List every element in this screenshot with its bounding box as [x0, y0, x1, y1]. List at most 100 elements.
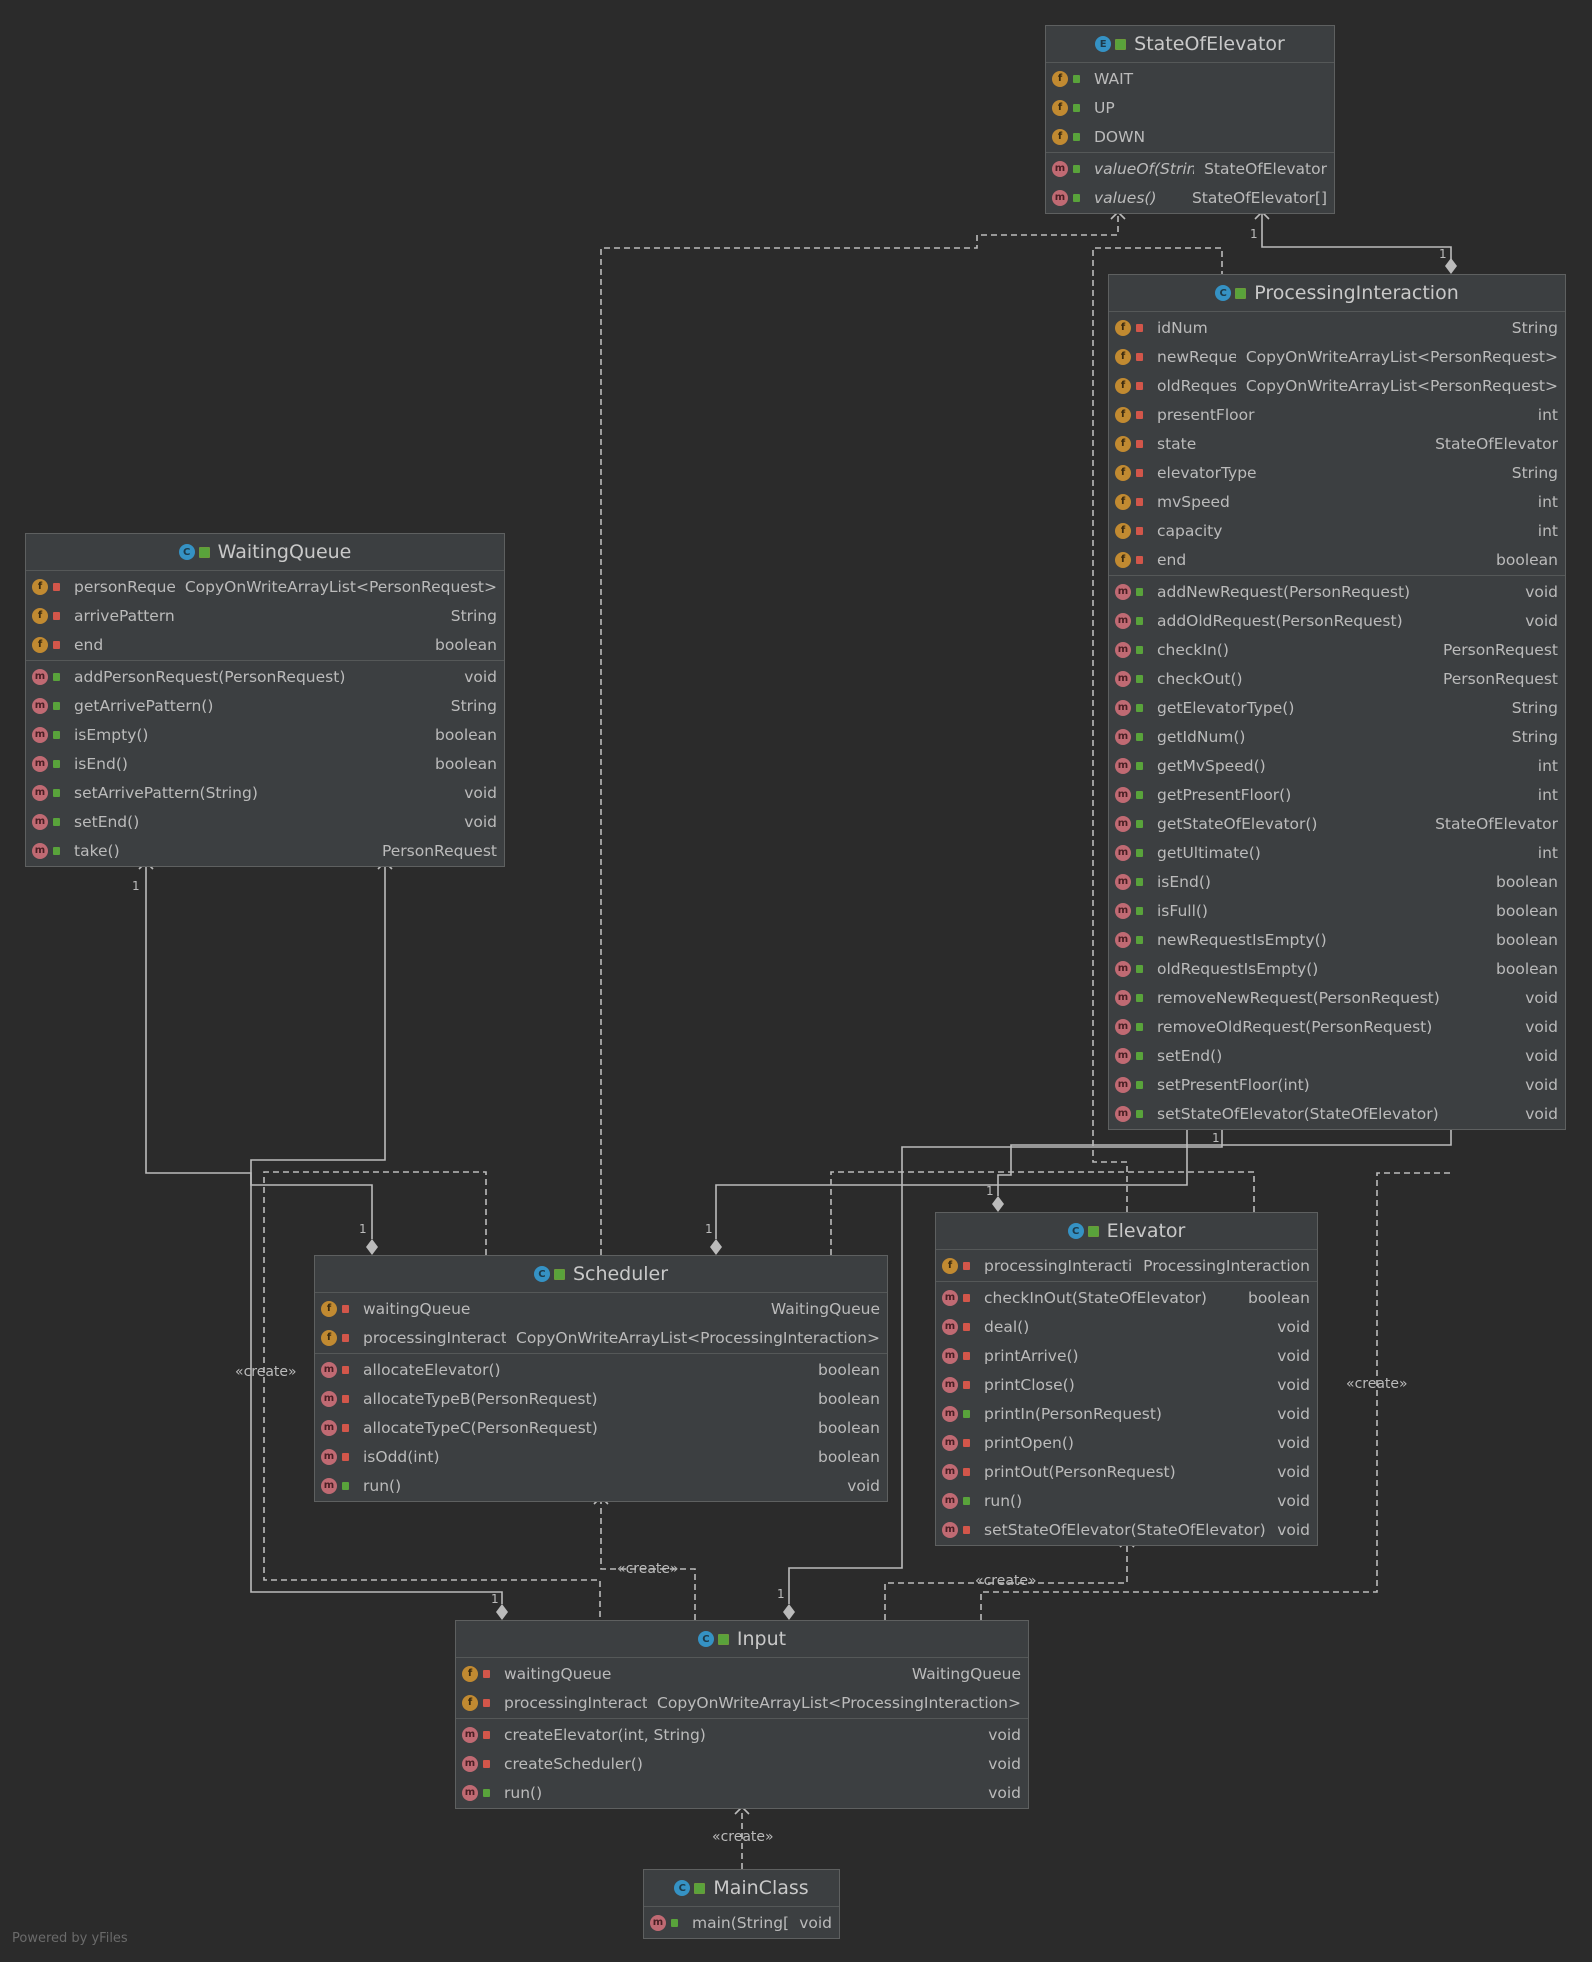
- member-type: void: [1277, 1317, 1310, 1336]
- field-row[interactable]: f end boolean: [1109, 545, 1565, 574]
- method-row[interactable]: m run() void: [315, 1471, 887, 1500]
- method-row[interactable]: m allocateTypeC(PersonRequest) boolean: [315, 1413, 887, 1442]
- field-row[interactable]: f elevatorType String: [1109, 458, 1565, 487]
- member-type: int: [1537, 843, 1558, 862]
- method-row[interactable]: m getUltimate() int: [1109, 838, 1565, 867]
- method-icon: m: [1115, 960, 1131, 977]
- method-row[interactable]: m oldRequestIsEmpty() boolean: [1109, 954, 1565, 983]
- method-row[interactable]: m setArrivePattern(String) void: [26, 778, 504, 807]
- method-icon: m: [942, 1405, 958, 1422]
- method-row[interactable]: m printOpen() void: [936, 1428, 1317, 1457]
- method-row[interactable]: m getArrivePattern() String: [26, 691, 504, 720]
- method-row[interactable]: m printClose() void: [936, 1370, 1317, 1399]
- field-row[interactable]: f presentFloor int: [1109, 400, 1565, 429]
- field-icon: f: [1115, 319, 1131, 336]
- field-row[interactable]: f processingInteraction ProcessingInteract…: [936, 1251, 1317, 1280]
- method-row[interactable]: m checkOut() PersonRequest: [1109, 664, 1565, 693]
- member-type: CopyOnWriteArrayList<PersonRequest>: [1245, 376, 1558, 395]
- field-row[interactable]: f newRequests CopyOnWriteArrayList<PersonR…: [1109, 342, 1565, 371]
- field-row[interactable]: f DOWN: [1046, 122, 1334, 151]
- class-box-elevator[interactable]: C Elevator f processingInteraction Processin…: [935, 1212, 1318, 1546]
- class-header[interactable]: C MainClass: [644, 1870, 839, 1907]
- class-box-state-of-elevator[interactable]: E StateOfElevator f WAIT f UP f DOWN m valueOf(St…: [1045, 25, 1335, 214]
- member-name: processingInteraction: [984, 1256, 1133, 1275]
- method-row[interactable]: m checkIn() PersonRequest: [1109, 635, 1565, 664]
- method-row[interactable]: m createElevator(int, String) void: [456, 1720, 1028, 1749]
- method-icon: m: [1115, 786, 1131, 803]
- method-row[interactable]: m isEnd() boolean: [1109, 867, 1565, 896]
- method-row[interactable]: m addPersonRequest(PersonRequest) void: [26, 662, 504, 691]
- method-row[interactable]: m printIn(PersonRequest) void: [936, 1399, 1317, 1428]
- field-icon: f: [321, 1300, 337, 1317]
- method-row[interactable]: m printArrive() void: [936, 1341, 1317, 1370]
- field-row[interactable]: f processingInteractions CopyOnWriteArrayL…: [456, 1688, 1028, 1717]
- class-box-waiting-queue[interactable]: C WaitingQueue f personRequests CopyOnWriteA…: [25, 533, 505, 867]
- field-row[interactable]: f waitingQueue WaitingQueue: [456, 1659, 1028, 1688]
- method-row[interactable]: m getIdNum() String: [1109, 722, 1565, 751]
- method-row[interactable]: m removeNewRequest(PersonRequest) void: [1109, 983, 1565, 1012]
- method-row[interactable]: m setStateOfElevator(StateOfElevator) void: [936, 1515, 1317, 1544]
- method-row[interactable]: m getPresentFloor() int: [1109, 780, 1565, 809]
- field-row[interactable]: f capacity int: [1109, 516, 1565, 545]
- class-header[interactable]: C ProcessingInteraction: [1109, 275, 1565, 312]
- method-row[interactable]: m checkInOut(StateOfElevator) boolean: [936, 1283, 1317, 1312]
- method-row[interactable]: m values() StateOfElevator[]: [1046, 183, 1334, 212]
- class-header[interactable]: C Input: [456, 1621, 1028, 1658]
- field-row[interactable]: f end boolean: [26, 630, 504, 659]
- private-visibility-icon: [342, 1394, 349, 1403]
- method-row[interactable]: m isEnd() boolean: [26, 749, 504, 778]
- method-row[interactable]: m printOut(PersonRequest) void: [936, 1457, 1317, 1486]
- member-type: CopyOnWriteArrayList<ProcessingInteracti…: [657, 1693, 1021, 1712]
- field-row[interactable]: f waitingQueue WaitingQueue: [315, 1294, 887, 1323]
- member-name: valueOf(String): [1094, 159, 1194, 178]
- class-box-input[interactable]: C Input f waitingQueue WaitingQueue f processi…: [455, 1620, 1029, 1809]
- method-row[interactable]: m addNewRequest(PersonRequest) void: [1109, 577, 1565, 606]
- method-row[interactable]: m run() void: [456, 1778, 1028, 1807]
- field-row[interactable]: f WAIT: [1046, 64, 1334, 93]
- method-icon: m: [321, 1477, 337, 1494]
- public-visibility-icon: [1073, 193, 1080, 202]
- field-row[interactable]: f UP: [1046, 93, 1334, 122]
- method-row[interactable]: m getMvSpeed() int: [1109, 751, 1565, 780]
- method-row[interactable]: m getStateOfElevator() StateOfElevator: [1109, 809, 1565, 838]
- field-row[interactable]: f processingInteractions CopyOnWriteArrayL…: [315, 1323, 887, 1352]
- field-row[interactable]: f personRequests CopyOnWriteArrayList<Pers…: [26, 572, 504, 601]
- method-row[interactable]: m run() void: [936, 1486, 1317, 1515]
- method-row[interactable]: m removeOldRequest(PersonRequest) void: [1109, 1012, 1565, 1041]
- method-row[interactable]: m isFull() boolean: [1109, 896, 1565, 925]
- public-visibility-icon: [1136, 1051, 1143, 1060]
- method-row[interactable]: m isEmpty() boolean: [26, 720, 504, 749]
- method-row[interactable]: m deal() void: [936, 1312, 1317, 1341]
- method-row[interactable]: m isOdd(int) boolean: [315, 1442, 887, 1471]
- class-box-main-class[interactable]: C MainClass m main(String[]) void: [643, 1869, 840, 1939]
- field-row[interactable]: f state StateOfElevator: [1109, 429, 1565, 458]
- class-box-scheduler[interactable]: C Scheduler f waitingQueue WaitingQueue f proc…: [314, 1255, 888, 1502]
- method-row[interactable]: m createScheduler() void: [456, 1749, 1028, 1778]
- class-header[interactable]: E StateOfElevator: [1046, 26, 1334, 63]
- method-row[interactable]: m addOldRequest(PersonRequest) void: [1109, 606, 1565, 635]
- class-header[interactable]: C Scheduler: [315, 1256, 887, 1293]
- method-row[interactable]: m valueOf(String) StateOfElevator: [1046, 154, 1334, 183]
- method-row[interactable]: m setEnd() void: [1109, 1041, 1565, 1070]
- method-row[interactable]: m getElevatorType() String: [1109, 693, 1565, 722]
- class-icon: C: [178, 544, 195, 560]
- public-visibility-icon: [53, 788, 60, 797]
- method-row[interactable]: m setStateOfElevator(StateOfElevator) void: [1109, 1099, 1565, 1128]
- field-row[interactable]: f arrivePattern String: [26, 601, 504, 630]
- method-row[interactable]: m allocateTypeB(PersonRequest) boolean: [315, 1384, 887, 1413]
- method-row[interactable]: m take() PersonRequest: [26, 836, 504, 865]
- field-row[interactable]: f mvSpeed int: [1109, 487, 1565, 516]
- class-header[interactable]: C Elevator: [936, 1213, 1317, 1250]
- private-visibility-icon: [1136, 410, 1143, 419]
- method-row[interactable]: m newRequestIsEmpty() boolean: [1109, 925, 1565, 954]
- member-name: allocateTypeC(PersonRequest): [363, 1418, 598, 1437]
- class-box-processing-interaction[interactable]: C ProcessingInteraction f idNum String f newRe…: [1108, 274, 1566, 1130]
- field-row[interactable]: f idNum String: [1109, 313, 1565, 342]
- method-row[interactable]: m setPresentFloor(int) void: [1109, 1070, 1565, 1099]
- field-row[interactable]: f oldRequests CopyOnWriteArrayList<PersonR…: [1109, 371, 1565, 400]
- method-row[interactable]: m setEnd() void: [26, 807, 504, 836]
- class-header[interactable]: C WaitingQueue: [26, 534, 504, 571]
- method-icon: m: [462, 1784, 478, 1801]
- method-row[interactable]: m allocateElevator() boolean: [315, 1355, 887, 1384]
- method-row[interactable]: m main(String[]) void: [644, 1908, 839, 1937]
